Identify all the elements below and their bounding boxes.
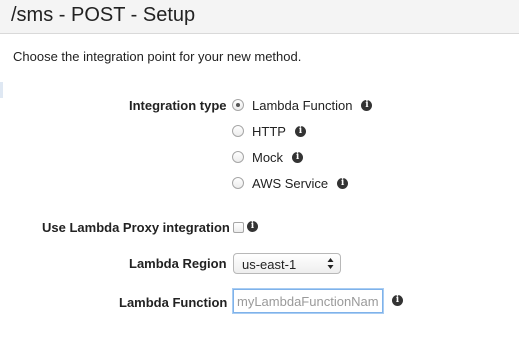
radio-button-aws-service[interactable] — [232, 177, 244, 189]
proxy-integration-label: Use Lambda Proxy integration — [42, 220, 230, 235]
radio-button-lambda-function[interactable] — [232, 99, 244, 111]
select-arrows-icon — [327, 258, 334, 269]
proxy-integration-checkbox[interactable] — [233, 222, 244, 233]
lambda-function-label: Lambda Function — [119, 295, 228, 310]
radio-label-mock[interactable]: Mock — [252, 150, 283, 165]
radio-option-aws-service[interactable]: AWS Service i — [232, 174, 349, 192]
lambda-region-value: us-east-1 — [242, 257, 297, 272]
radio-option-lambda-function[interactable]: Lambda Function i — [232, 96, 373, 114]
page-title: /sms - POST - Setup — [11, 4, 196, 26]
radio-button-mock[interactable] — [232, 151, 244, 163]
radio-label-aws-service[interactable]: AWS Service — [252, 176, 328, 191]
info-icon[interactable]: i — [247, 221, 258, 232]
lambda-region-label: Lambda Region — [129, 256, 227, 271]
integration-type-label: Integration type — [129, 98, 227, 113]
radio-option-mock[interactable]: Mock i — [232, 148, 304, 166]
info-icon[interactable]: i — [337, 177, 349, 189]
radio-label-http[interactable]: HTTP — [252, 124, 286, 139]
lambda-function-input[interactable] — [233, 289, 383, 313]
info-icon[interactable]: i — [292, 151, 304, 163]
intro-text: Choose the integration point for your ne… — [13, 49, 302, 64]
info-icon[interactable]: i — [294, 125, 306, 137]
radio-option-http[interactable]: HTTP i — [232, 122, 306, 140]
info-icon[interactable]: i — [361, 99, 373, 111]
info-icon[interactable]: i — [392, 295, 403, 306]
title-bar: /sms - POST - Setup — [0, 0, 519, 34]
lambda-region-select[interactable]: us-east-1 — [233, 253, 341, 274]
sidebar-edge — [0, 82, 3, 98]
radio-button-http[interactable] — [232, 125, 244, 137]
radio-label-lambda-function[interactable]: Lambda Function — [252, 98, 352, 113]
